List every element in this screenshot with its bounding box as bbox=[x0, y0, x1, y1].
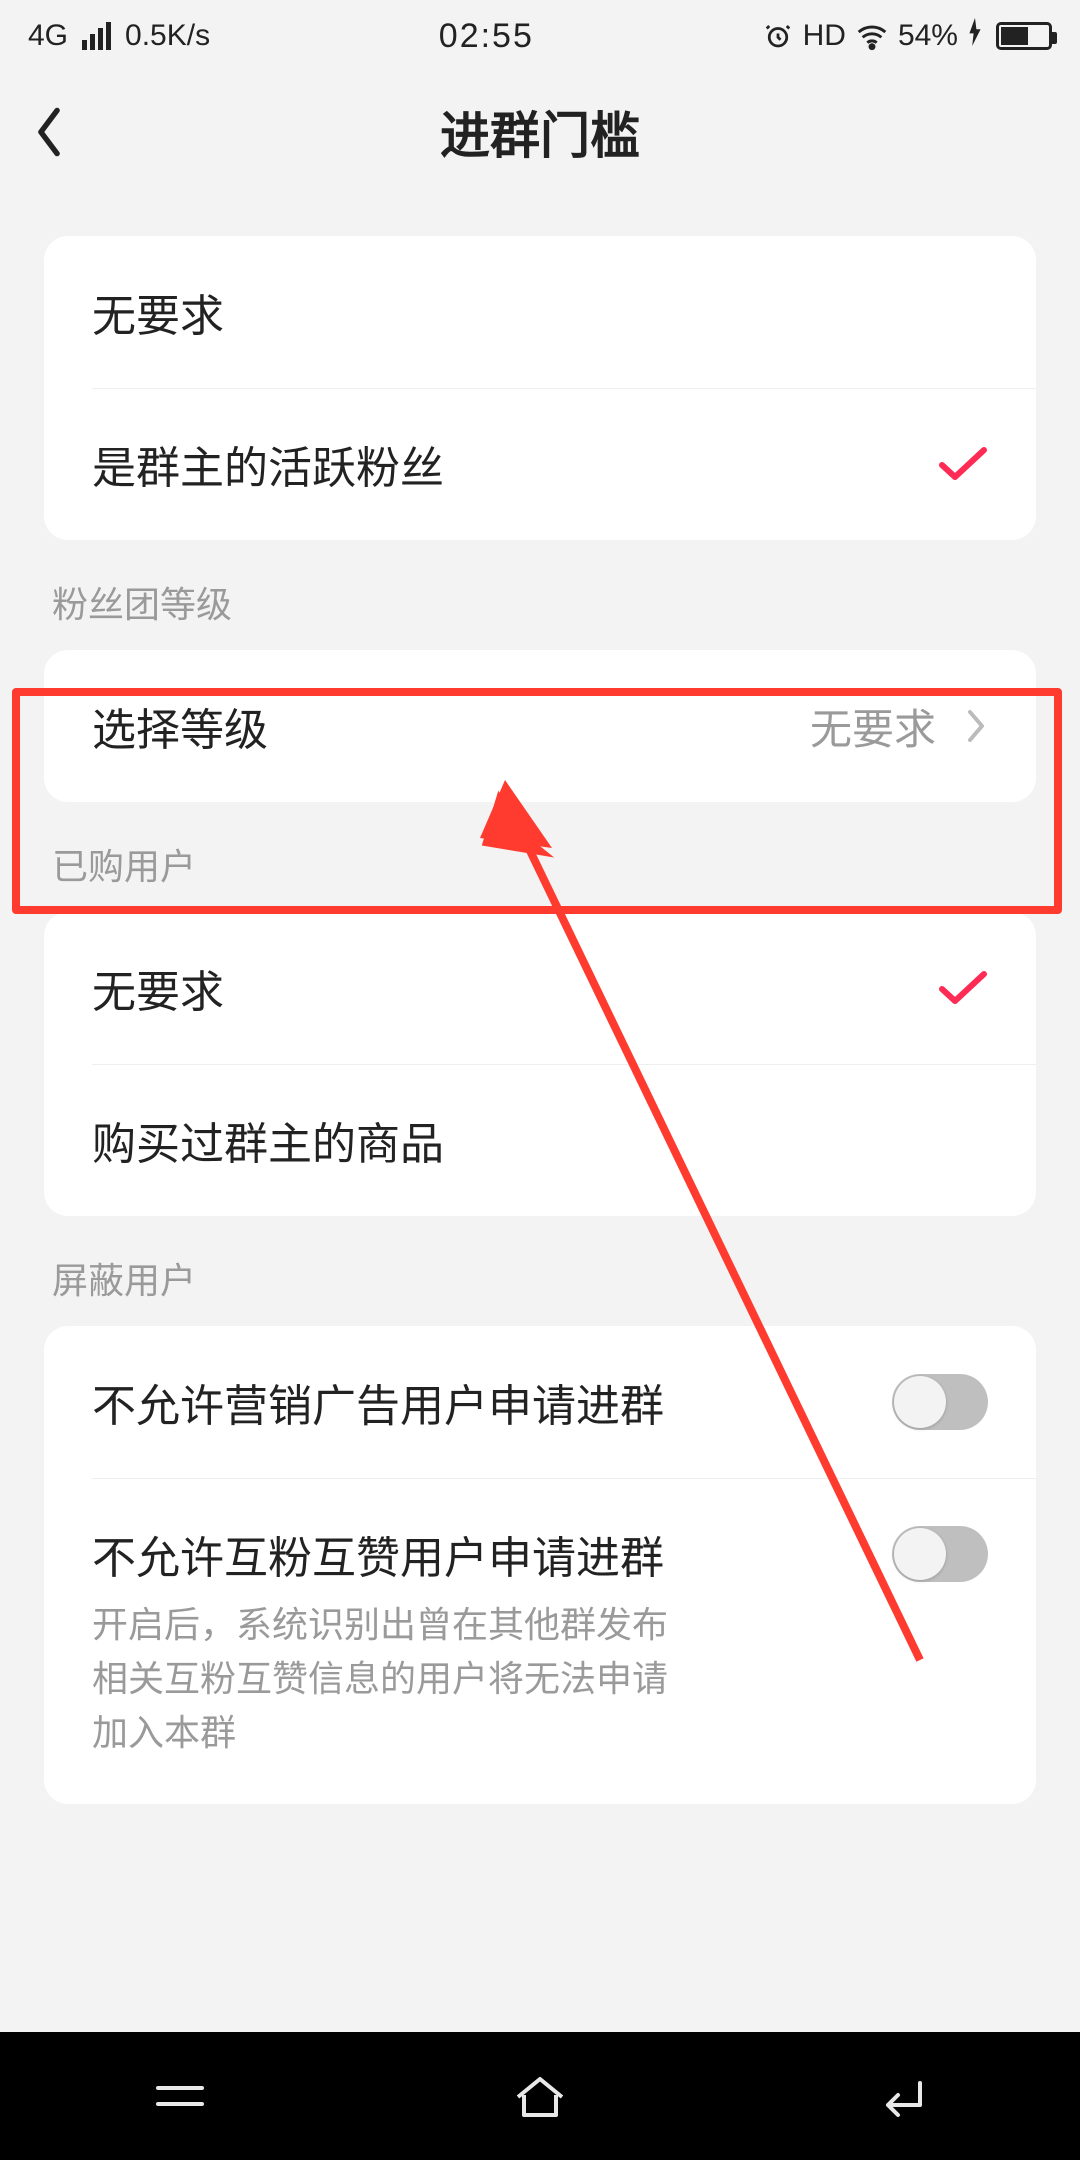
option-no-requirement[interactable]: 无要求 bbox=[44, 236, 1036, 388]
hd-indicator: HD bbox=[803, 19, 846, 53]
blocked-card: 不允许营销广告用户申请进群 不允许互粉互赞用户申请进群 开启后，系统识别出曾在其… bbox=[44, 1326, 1036, 1804]
chevron-right-icon bbox=[964, 706, 988, 746]
select-level-row[interactable]: 选择等级 无要求 bbox=[44, 650, 1036, 802]
option-label: 购买过群主的商品 bbox=[92, 1108, 444, 1172]
section-label-blocked: 屏蔽用户 bbox=[0, 1216, 1080, 1326]
check-icon bbox=[938, 445, 988, 483]
battery-icon bbox=[996, 22, 1052, 50]
network-type: 4G bbox=[28, 19, 68, 53]
nav-back-button[interactable] bbox=[860, 2066, 940, 2126]
block-mutual-description: 开启后，系统识别出曾在其他群发布相关互粉互赞信息的用户将无法申请加入本群 bbox=[44, 1598, 724, 1804]
fan-level-card: 选择等级 无要求 bbox=[44, 650, 1036, 802]
block-mutual-label: 不允许互粉互赞用户申请进群 bbox=[92, 1522, 664, 1586]
page-title: 进群门槛 bbox=[440, 96, 640, 168]
nav-recent-button[interactable] bbox=[140, 2066, 220, 2126]
status-bar: 4G 0.5K/s 02:55 HD 54% bbox=[0, 0, 1080, 72]
block-mutual-toggle[interactable] bbox=[892, 1526, 988, 1582]
header: 进群门槛 bbox=[0, 72, 1080, 192]
purchased-no-requirement[interactable]: 无要求 bbox=[44, 912, 1036, 1064]
back-button[interactable] bbox=[32, 72, 66, 192]
charging-icon bbox=[968, 18, 982, 54]
option-active-fan[interactable]: 是群主的活跃粉丝 bbox=[44, 388, 1036, 540]
option-label: 是群主的活跃粉丝 bbox=[92, 432, 444, 496]
block-ads-label: 不允许营销广告用户申请进群 bbox=[92, 1370, 664, 1434]
check-icon bbox=[938, 969, 988, 1007]
block-ads-row[interactable]: 不允许营销广告用户申请进群 bbox=[44, 1326, 1036, 1478]
system-navbar bbox=[0, 2032, 1080, 2160]
nav-home-button[interactable] bbox=[500, 2066, 580, 2126]
select-level-value: 无要求 bbox=[810, 696, 936, 757]
option-label: 无要求 bbox=[92, 956, 224, 1020]
select-level-label: 选择等级 bbox=[92, 694, 268, 758]
block-ads-toggle[interactable] bbox=[892, 1374, 988, 1430]
status-time: 02:55 bbox=[439, 17, 534, 56]
purchased-card: 无要求 购买过群主的商品 bbox=[44, 912, 1036, 1216]
status-right: HD 54% bbox=[763, 18, 1052, 54]
basic-requirement-card: 无要求 是群主的活跃粉丝 bbox=[44, 236, 1036, 540]
section-label-purchased: 已购用户 bbox=[0, 802, 1080, 912]
option-label: 无要求 bbox=[92, 280, 224, 344]
status-left: 4G 0.5K/s bbox=[28, 19, 210, 53]
section-label-fanlevel: 粉丝团等级 bbox=[0, 540, 1080, 650]
block-mutual-row[interactable]: 不允许互粉互赞用户申请进群 bbox=[44, 1478, 1036, 1598]
wifi-icon bbox=[856, 21, 888, 51]
network-speed: 0.5K/s bbox=[125, 19, 210, 53]
purchased-bought-item[interactable]: 购买过群主的商品 bbox=[44, 1064, 1036, 1216]
battery-percent: 54% bbox=[898, 19, 958, 53]
alarm-icon bbox=[763, 21, 793, 51]
signal-icon bbox=[82, 22, 111, 50]
